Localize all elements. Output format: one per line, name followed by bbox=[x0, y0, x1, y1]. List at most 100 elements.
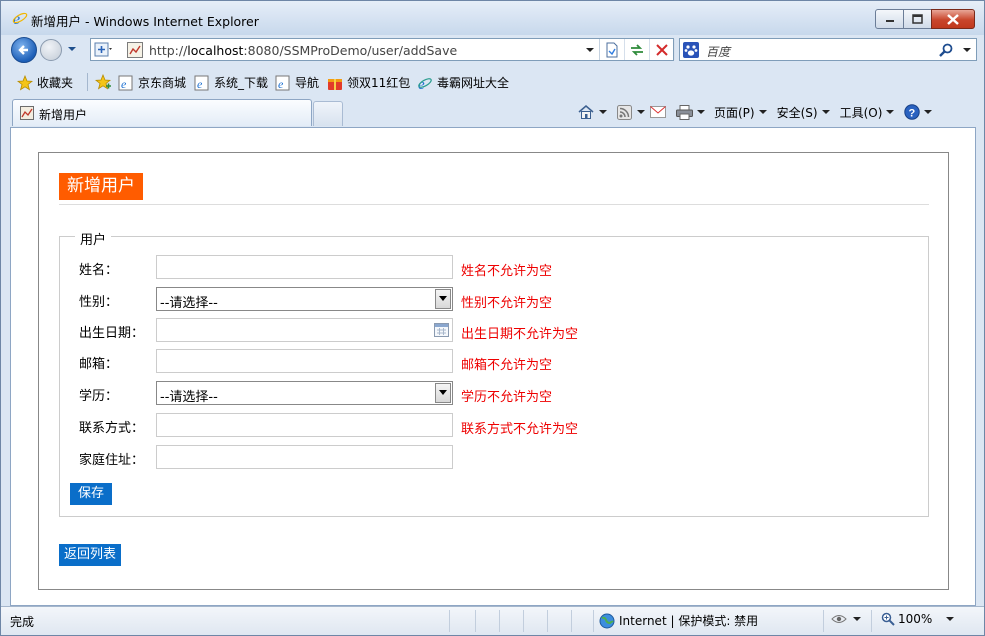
field-label: 姓名： bbox=[79, 263, 119, 278]
maximize-button[interactable] bbox=[903, 9, 932, 29]
status-separator bbox=[449, 610, 450, 632]
form-row-education: 学历： --请选择-- 学历不允许为空 bbox=[79, 381, 919, 405]
status-separator bbox=[475, 610, 476, 632]
security-zone[interactable]: Internet | 保护模式: 禁用 bbox=[599, 612, 758, 629]
maximize-icon bbox=[912, 14, 923, 24]
feeds-dropdown[interactable] bbox=[634, 103, 648, 121]
compatibility-icon bbox=[606, 42, 618, 57]
zoom-level: 100% bbox=[898, 612, 933, 626]
address-dropdown-icon[interactable] bbox=[585, 45, 595, 55]
read-mail-button[interactable] bbox=[648, 103, 668, 121]
validation-error: 姓名不允许为空 bbox=[461, 264, 553, 279]
favorites-center-button[interactable]: 收藏夹 bbox=[17, 74, 73, 91]
minimize-button[interactable] bbox=[875, 9, 904, 29]
status-separator bbox=[523, 610, 524, 632]
education-select[interactable]: --请选择-- bbox=[156, 381, 453, 405]
add-favorite-icon[interactable] bbox=[94, 42, 112, 58]
chevron-down-icon bbox=[886, 110, 895, 114]
chevron-down-icon bbox=[439, 390, 447, 395]
gender-select[interactable]: --请选择-- bbox=[156, 287, 453, 311]
fav-link-navigation[interactable]: e 导航 bbox=[275, 74, 319, 91]
tools-menu[interactable]: 工具(O) bbox=[840, 104, 895, 121]
print-button[interactable] bbox=[674, 103, 694, 121]
name-input[interactable] bbox=[156, 255, 453, 279]
page-viewport: 新增用户 用户 姓名： 姓名不允许为空 性别： --请选择-- 性别不允许为空 … bbox=[10, 127, 976, 606]
home-dropdown[interactable] bbox=[596, 103, 610, 121]
page-favicon-icon bbox=[20, 106, 34, 120]
tab-label: 新增用户 bbox=[39, 108, 88, 122]
address-tools bbox=[599, 39, 675, 60]
address-text[interactable]: http://localhost:8080/SSMProDemo/user/ad… bbox=[149, 43, 457, 58]
address-bar[interactable]: http://localhost:8080/SSMProDemo/user/ad… bbox=[90, 38, 675, 61]
back-button[interactable] bbox=[11, 37, 37, 63]
zoom-magnifier-icon bbox=[881, 612, 895, 626]
print-dropdown[interactable] bbox=[694, 103, 708, 121]
phone-input[interactable] bbox=[156, 413, 453, 437]
chevron-down-icon bbox=[439, 296, 447, 301]
fav-link-label: 领双11红包 bbox=[347, 76, 411, 90]
compatibility-view-button[interactable] bbox=[600, 39, 625, 60]
fav-link-duba-nav[interactable]: e 毒霸网址大全 bbox=[417, 74, 509, 91]
chevron-down-icon bbox=[758, 110, 767, 114]
tab-active[interactable]: 新增用户 bbox=[12, 99, 312, 126]
back-to-list-button[interactable]: 返回列表 bbox=[59, 544, 122, 566]
validation-error: 出生日期不允许为空 bbox=[461, 327, 579, 342]
fav-link-label: 京东商城 bbox=[138, 76, 187, 90]
globe-icon bbox=[599, 613, 615, 628]
history-dropdown-icon[interactable] bbox=[67, 44, 77, 54]
search-options-dropdown-icon[interactable] bbox=[962, 46, 972, 54]
svg-text:e: e bbox=[278, 77, 284, 91]
field-label: 联系方式： bbox=[79, 421, 145, 436]
chevron-down-icon bbox=[924, 110, 933, 114]
privacy-eye-icon bbox=[831, 615, 847, 623]
title-bar: e 新增用户 - Windows Internet Explorer bbox=[1, 1, 984, 35]
home-address-input[interactable] bbox=[156, 445, 453, 469]
search-icon[interactable] bbox=[938, 42, 954, 58]
tools-menu-label: 工具(O) bbox=[839, 105, 883, 120]
ie-logo-icon: e bbox=[12, 11, 28, 26]
field-label: 家庭住址： bbox=[79, 453, 145, 468]
zoom-control[interactable]: 100% bbox=[881, 612, 955, 626]
email-input[interactable] bbox=[156, 349, 453, 373]
calendar-icon[interactable] bbox=[434, 323, 449, 337]
fav-link-system-download[interactable]: e 系统_下载 bbox=[194, 74, 268, 91]
new-tab-button[interactable] bbox=[313, 101, 343, 126]
help-menu[interactable]: ? bbox=[904, 104, 933, 120]
navigation-bar: http://localhost:8080/SSMProDemo/user/ad… bbox=[1, 35, 984, 65]
validation-error: 邮箱不允许为空 bbox=[461, 358, 553, 373]
ie-logo-icon: e bbox=[418, 77, 432, 91]
form-row-phone: 联系方式： 联系方式不允许为空 bbox=[79, 413, 919, 437]
save-button[interactable]: 保存 bbox=[70, 483, 113, 505]
close-window-button[interactable] bbox=[931, 9, 975, 29]
add-to-favorites-bar-button[interactable] bbox=[95, 74, 115, 90]
window-title: 新增用户 - Windows Internet Explorer bbox=[31, 14, 259, 29]
search-box[interactable]: 百度 bbox=[679, 38, 977, 61]
page-menu[interactable]: 页面(P) bbox=[714, 104, 767, 121]
chevron-down-icon bbox=[853, 617, 861, 621]
select-dropdown-button[interactable] bbox=[435, 383, 451, 403]
status-text: 完成 bbox=[10, 615, 35, 629]
status-separator bbox=[593, 610, 594, 632]
home-button[interactable] bbox=[576, 103, 596, 121]
forward-button[interactable] bbox=[40, 39, 62, 61]
add-star-icon bbox=[95, 74, 111, 90]
fav-link-red-packet[interactable]: 领双11红包 bbox=[327, 74, 410, 91]
feeds-button[interactable] bbox=[614, 103, 634, 121]
search-input[interactable]: 百度 bbox=[706, 43, 730, 60]
stop-button[interactable] bbox=[650, 39, 675, 60]
field-label: 邮箱： bbox=[79, 357, 119, 372]
safety-menu-label: 安全(S) bbox=[776, 105, 818, 120]
select-dropdown-button[interactable] bbox=[435, 289, 451, 309]
privacy-report-button[interactable] bbox=[831, 612, 861, 626]
refresh-button[interactable] bbox=[625, 39, 650, 60]
status-separator bbox=[823, 610, 824, 632]
safety-menu[interactable]: 安全(S) bbox=[777, 104, 830, 121]
field-label: 性别： bbox=[79, 295, 119, 310]
status-separator bbox=[499, 610, 500, 632]
form-panel: 新增用户 用户 姓名： 姓名不允许为空 性别： --请选择-- 性别不允许为空 … bbox=[38, 152, 949, 590]
fav-link-jd[interactable]: e 京东商城 bbox=[118, 74, 186, 91]
ie-page-icon: e bbox=[118, 75, 133, 91]
title-divider bbox=[59, 204, 929, 205]
birthdate-input[interactable] bbox=[156, 318, 453, 342]
validation-error: 性别不允许为空 bbox=[461, 296, 553, 311]
